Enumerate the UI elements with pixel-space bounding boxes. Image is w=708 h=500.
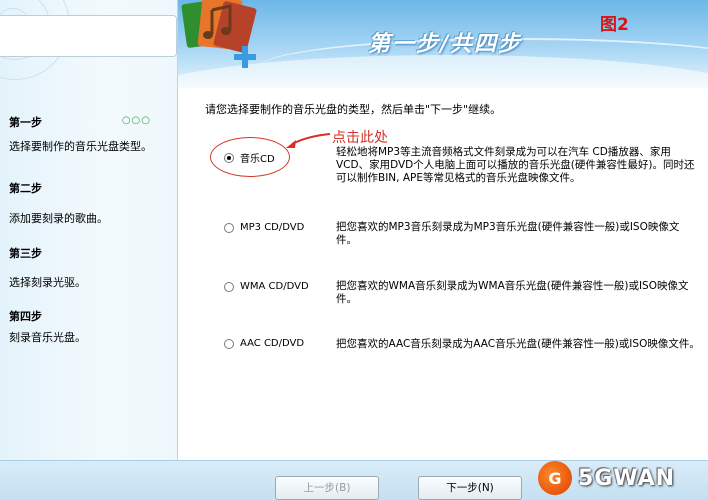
option-aac[interactable]: AAC CD/DVD <box>224 338 304 349</box>
figure-label: 图2 <box>600 15 629 35</box>
radio-button[interactable] <box>224 222 234 233</box>
step-desc: 刻录音乐光盘。 <box>9 331 86 344</box>
step-title: 第三步 <box>9 247 42 260</box>
option-wma[interactable]: WMA CD/DVD <box>224 281 309 292</box>
option-desc: 把您喜欢的AAC音乐刻录成为AAC音乐光盘(硬件兼容性一般)或ISO映像文件。 <box>336 338 700 350</box>
step-indicator: 第一步/共四步 <box>368 31 523 57</box>
option-desc: 把您喜欢的WMA音乐刻录成为WMA音乐光盘(硬件兼容性一般)或ISO映像文件。 <box>336 280 689 305</box>
radio-button[interactable] <box>224 281 234 292</box>
sidebar-step-2: 第二步 添加要刻录的歌曲。 <box>9 180 108 226</box>
option-label: WMA CD/DVD <box>240 281 309 292</box>
option-audio-cd[interactable]: 音乐CD <box>224 150 275 165</box>
step-title: 第四步 <box>9 310 42 323</box>
sidebar-step-4: 第四步 刻录音乐光盘。 <box>9 308 86 345</box>
prev-button[interactable]: 上一步(B) <box>275 476 379 500</box>
option-label: 音乐CD <box>240 154 275 165</box>
watermark-text: 5GWAN <box>578 465 676 491</box>
sidebar-step-1: 第一步 选择要制作的音乐光盘类型。 <box>9 114 152 154</box>
option-label: AAC CD/DVD <box>240 338 305 349</box>
option-label: MP3 CD/DVD <box>240 222 305 233</box>
wizard-header: 第一步/共四步 图2 <box>178 0 708 88</box>
instruction-text: 请您选择要制作的音乐光盘的类型，然后单击"下一步"继续。 <box>205 103 502 116</box>
step-desc: 选择要制作的音乐光盘类型。 <box>9 140 152 153</box>
watermark-logo-icon: G <box>538 461 572 495</box>
radio-button[interactable] <box>224 152 234 163</box>
step-desc: 选择刻录光驱。 <box>9 276 86 289</box>
radio-button[interactable] <box>224 338 234 349</box>
step-title: 第二步 <box>9 182 42 195</box>
click-here-annotation: 点击此处 <box>332 130 388 146</box>
option-desc: 轻松地将MP3等主流音频格式文件刻录成为可以在汽车 CD播放器、家用VCD、家用… <box>336 146 695 184</box>
sidebar-step-3: 第三步 选择刻录光驱。 <box>9 245 86 290</box>
step-title: 第一步 <box>9 116 42 129</box>
wizard-sidebar: ○○○ 第一步 选择要制作的音乐光盘类型。 第二步 添加要刻录的歌曲。 第三步 … <box>0 0 178 460</box>
music-notes-icon <box>181 0 257 68</box>
step-desc: 添加要刻录的歌曲。 <box>9 212 108 225</box>
option-desc: 把您喜欢的MP3音乐刻录成为MP3音乐光盘(硬件兼容性一般)或ISO映像文件。 <box>336 221 680 246</box>
option-mp3[interactable]: MP3 CD/DVD <box>224 222 304 233</box>
sidebar-top-panel <box>0 15 177 57</box>
next-button[interactable]: 下一步(N) <box>418 476 522 500</box>
annotation-arrow-icon <box>286 133 331 148</box>
site-watermark: G 5GWAN <box>536 456 708 500</box>
